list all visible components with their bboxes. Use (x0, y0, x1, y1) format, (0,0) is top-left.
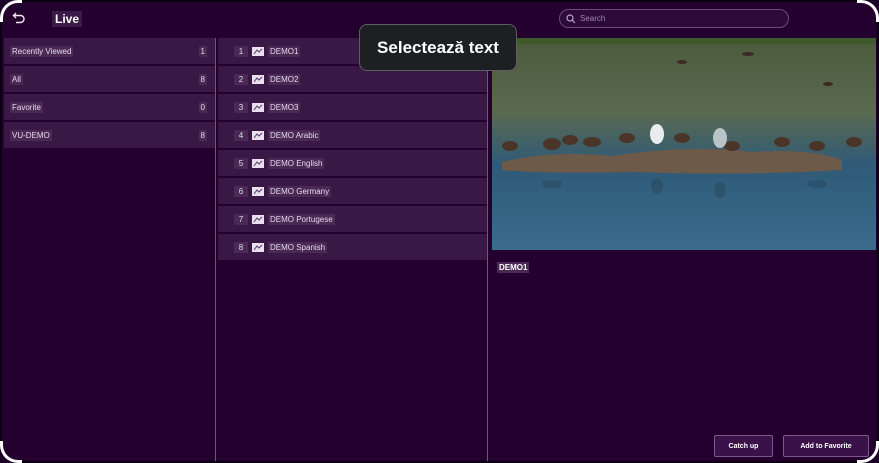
channel-item[interactable]: 8 DEMO Spanish (218, 234, 487, 260)
channel-logo-icon (252, 102, 264, 112)
channel-name: DEMO1 (268, 45, 301, 57)
channel-name: DEMO Arabic (268, 129, 321, 141)
channel-logo-icon (252, 186, 264, 196)
channel-item[interactable]: 6 DEMO Germany (218, 178, 487, 204)
preview-image (492, 38, 876, 250)
search-box[interactable] (559, 9, 789, 28)
category-label: VU-DEMO (10, 129, 52, 141)
category-count: 0 (198, 101, 207, 113)
channel-name: DEMO2 (268, 73, 301, 85)
channel-number: 4 (234, 129, 248, 141)
channel-logo-icon (252, 46, 264, 56)
channel-number: 1 (234, 45, 248, 57)
channel-number: 3 (234, 101, 248, 113)
category-item-all[interactable]: All 8 (4, 66, 215, 92)
channel-name: DEMO3 (268, 101, 301, 113)
channel-logo-icon (252, 158, 264, 168)
channel-logo-icon (252, 130, 264, 140)
category-label: All (10, 73, 23, 85)
channel-logo-icon (252, 74, 264, 84)
category-label: Favorite (10, 101, 43, 113)
channel-item[interactable]: 5 DEMO English (218, 150, 487, 176)
channel-item[interactable]: 4 DEMO Arabic (218, 122, 487, 148)
category-count: 8 (198, 129, 207, 141)
channel-list: 1 DEMO1 2 DEMO2 3 DEMO3 4 DEMO Arabic 5 DEMO Engl… (218, 38, 488, 461)
now-playing-title: DEMO1 (497, 262, 530, 273)
channel-item[interactable]: 3 DEMO3 (218, 94, 487, 120)
channel-number: 5 (234, 157, 248, 169)
channel-name: DEMO English (268, 157, 325, 169)
category-count: 8 (198, 73, 207, 85)
select-text-tooltip[interactable]: Selectează text (359, 24, 517, 71)
category-label: Recently Viewed (10, 45, 74, 57)
search-icon (566, 13, 576, 23)
channel-number: 7 (234, 213, 248, 225)
category-item-vu-demo[interactable]: VU-DEMO 8 (4, 122, 215, 148)
catchup-button[interactable]: Catch up (714, 435, 773, 457)
category-count: 1 (198, 45, 207, 57)
channel-name: DEMO Spanish (268, 241, 328, 253)
preview-panel: DEMO1 Catch up Add to Favorite (490, 38, 877, 461)
channel-number: 8 (234, 241, 248, 253)
category-item-favorite[interactable]: Favorite 0 (4, 94, 215, 120)
channel-number: 6 (234, 185, 248, 197)
video-preview[interactable] (492, 38, 876, 250)
channel-name: DEMO Germany (268, 185, 332, 197)
channel-logo-icon (252, 214, 264, 224)
category-list: Recently Viewed 1 All 8 Favorite 0 VU-DE… (4, 38, 216, 461)
channel-item[interactable]: 7 DEMO Portugese (218, 206, 487, 232)
channel-name: DEMO Portugese (268, 213, 335, 225)
channel-logo-icon (252, 242, 264, 252)
search-input[interactable] (580, 14, 770, 23)
page-title: Live (52, 11, 83, 27)
category-item-recently-viewed[interactable]: Recently Viewed 1 (4, 38, 215, 64)
channel-number: 2 (234, 73, 248, 85)
